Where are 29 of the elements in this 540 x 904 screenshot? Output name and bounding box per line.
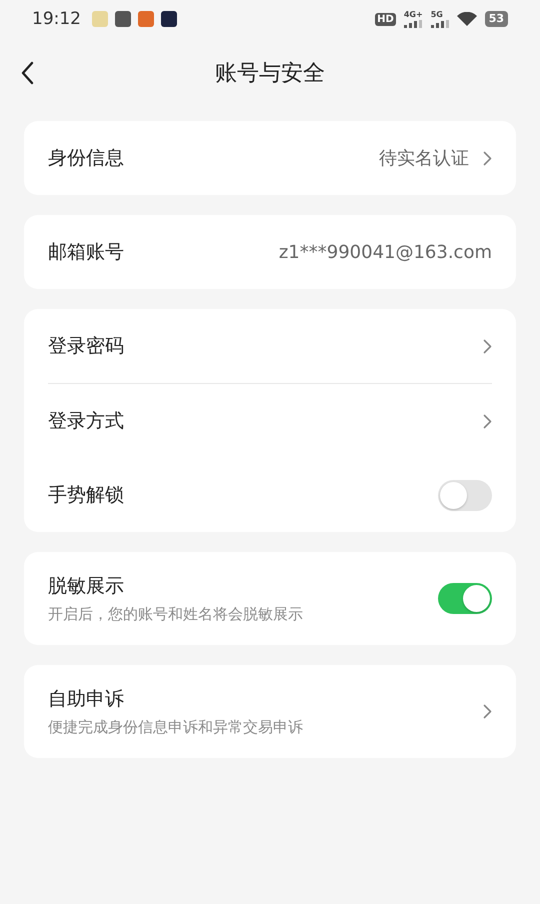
page-title: 账号与安全: [215, 60, 325, 88]
wifi-icon: [456, 12, 477, 26]
setting-description: 便捷完成身份信息申诉和异常交易申诉: [48, 718, 304, 737]
chevron-right-icon[interactable]: [483, 414, 492, 428]
signal-indicator: 4G+: [404, 10, 423, 28]
signal-indicator: 5G: [430, 10, 449, 28]
setting-value: z1***990041@163.com: [278, 242, 492, 262]
chevron-right-icon[interactable]: [483, 150, 492, 166]
app-notification-icon: [138, 11, 154, 27]
setting-label: 自助申诉: [48, 687, 125, 712]
app-notification-icon: [115, 11, 131, 27]
battery-icon: 53: [484, 11, 508, 27]
setting-value: 待实名认证: [379, 147, 469, 170]
chevron-right-icon[interactable]: [483, 704, 492, 719]
setting-description: 开启后，您的账号和姓名将会脱敏展示: [48, 605, 304, 624]
setting-label: 脱敏展示: [48, 574, 125, 599]
toggle-switch[interactable]: [438, 480, 492, 510]
setting-label: 邮箱账号: [48, 240, 125, 265]
hd-badge: HD: [375, 12, 396, 26]
app-notification-icon: [92, 11, 108, 27]
clock-time: 19:12: [32, 9, 81, 29]
setting-label: 登录方式: [48, 409, 125, 434]
back-icon[interactable]: [20, 61, 34, 85]
chevron-right-icon[interactable]: [483, 338, 492, 354]
setting-label: 手势解锁: [48, 483, 125, 508]
app-notification-icon: [161, 11, 177, 27]
toggle-switch[interactable]: [438, 583, 492, 614]
setting-label: 身份信息: [48, 146, 125, 171]
setting-label: 登录密码: [48, 334, 125, 359]
